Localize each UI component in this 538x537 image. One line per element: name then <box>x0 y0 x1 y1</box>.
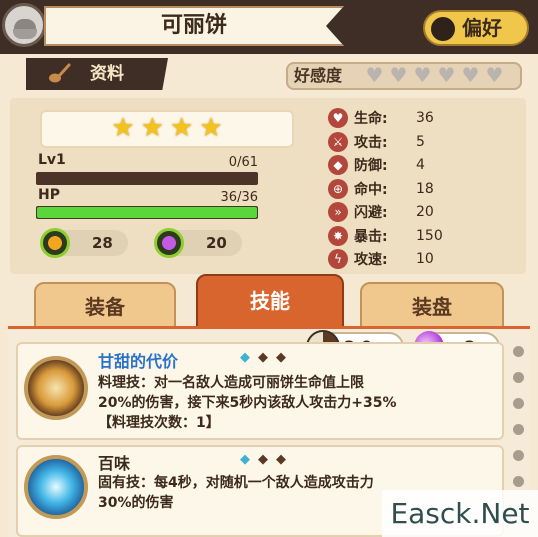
heart-icon: ♥ <box>461 63 480 87</box>
skill-desc-1-line3: 【料理技次数：1】 <box>98 415 220 431</box>
stat-row-evasion: » 闪避: 20 <box>328 201 528 223</box>
skill-desc-1-line2: 20%的伤害，接下来5秒内该敌人攻击力+35% <box>98 395 397 411</box>
rarity-stars: ★ ★ ★ ★ <box>40 108 294 148</box>
diamond-icon: ◆ <box>276 452 294 467</box>
level-value: 0/61 <box>228 155 258 170</box>
scroll-dot <box>513 346 524 357</box>
gem-icon <box>154 228 184 258</box>
preference-label[interactable]: 偏好 <box>462 10 522 46</box>
scroll-dot <box>513 372 524 383</box>
burst-icon: ✸ <box>328 226 348 246</box>
tab-equip[interactable]: 装备 <box>34 282 176 328</box>
resource-value-1: 28 <box>92 234 113 252</box>
scroll-dot <box>513 398 524 409</box>
diamond-icon: ◆ <box>276 350 294 365</box>
sword-icon: ⚔ <box>328 132 348 152</box>
heart-icon: ♥ <box>413 63 432 87</box>
hp-label: HP <box>38 187 60 203</box>
watermark: Easck.Net <box>382 490 538 537</box>
diamond-icon: ◆ <box>258 452 276 467</box>
crosshair-icon: ⊕ <box>328 179 348 199</box>
scroll-dot <box>513 424 524 435</box>
diamond-icon: ◆ <box>258 350 276 365</box>
rank-diamonds: ◆◆◆ <box>240 452 294 467</box>
heart-icon: ♥ <box>365 63 384 87</box>
crystal-skill-icon <box>24 455 88 519</box>
page-title: 可丽饼 <box>160 13 227 38</box>
skill-name-1: 甘甜的代价 <box>98 352 179 371</box>
star-icon: ★ <box>111 113 135 143</box>
scroll-indicator[interactable] <box>513 346 524 487</box>
lightning-icon: ϟ <box>328 249 348 269</box>
section-label: 资料 <box>90 64 124 84</box>
heart-icon: ♥ <box>437 63 456 87</box>
stat-row-hp: ♥ 生命: 36 <box>328 107 528 129</box>
skill-name-2: 百味 <box>98 454 131 473</box>
tab-skill[interactable]: 技能 <box>196 274 344 328</box>
scroll-dot <box>513 450 524 461</box>
heart-icon: ♥ <box>328 108 348 128</box>
favor-hearts: ♥ ♥ ♥ ♥ ♥ ♥ <box>364 64 505 86</box>
stat-row-accuracy: ⊕ 命中: 18 <box>328 178 528 200</box>
swirl-skill-icon <box>24 356 88 420</box>
cooking-pot-icon[interactable] <box>2 3 46 47</box>
preference-dot-icon <box>431 17 455 41</box>
resource-value-2: 20 <box>206 234 227 252</box>
skill-desc-1-line1: 料理技：对一名敌人造成可丽饼生命值上限 <box>98 375 364 391</box>
heart-icon: ♥ <box>389 63 408 87</box>
stat-row-attack: ⚔ 攻击: 5 <box>328 131 528 153</box>
ladle-icon <box>49 63 71 83</box>
diamond-icon: ◆ <box>240 350 258 365</box>
dash-icon: » <box>328 202 348 222</box>
star-icon: ★ <box>199 113 223 143</box>
favor-label: 好感度 <box>294 66 343 85</box>
shield-icon: ◆ <box>328 155 348 175</box>
skill-desc-2-line2: 30%的伤害 <box>98 495 174 511</box>
skill-desc-2-line1: 固有技：每4秒，对随机一个敌人造成攻击力 <box>98 475 374 491</box>
rank-diamonds: ◆◆◆ <box>240 350 294 365</box>
stat-row-crit: ✸ 暴击: 150 <box>328 225 528 247</box>
stat-row-defense: ◆ 防御: 4 <box>328 154 528 176</box>
food-icon <box>40 228 70 258</box>
tab-plate[interactable]: 装盘 <box>360 282 504 328</box>
star-icon: ★ <box>170 113 194 143</box>
hp-value: 36/36 <box>220 190 258 205</box>
scroll-dot <box>513 476 524 487</box>
level-label: Lv1 <box>38 152 66 168</box>
heart-icon: ♥ <box>485 63 504 87</box>
level-bar <box>36 172 258 185</box>
star-icon: ★ <box>140 113 164 143</box>
diamond-icon: ◆ <box>240 452 258 467</box>
hp-bar-fill <box>37 207 257 218</box>
stat-row-speed: ϟ 攻速: 10 <box>328 248 528 270</box>
